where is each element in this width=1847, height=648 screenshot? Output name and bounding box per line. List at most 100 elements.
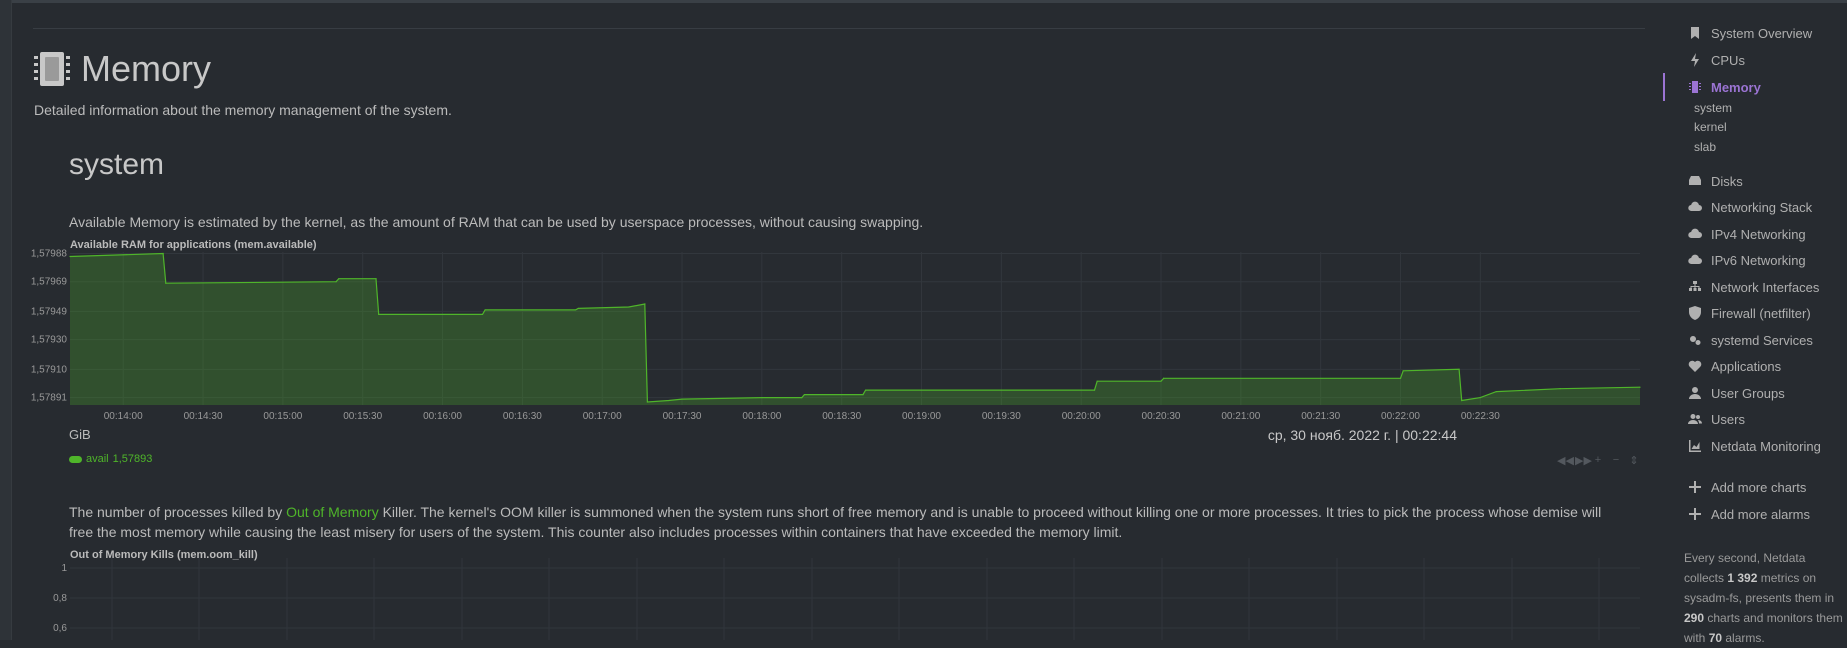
pan-left-icon[interactable]: ◀◀	[1557, 454, 1574, 467]
x-tick-label: 00:18:30	[822, 411, 861, 422]
avail-point	[375, 278, 377, 280]
y-tick-label: 1	[61, 563, 67, 574]
sidebar-item-label: Network Interfaces	[1711, 279, 1820, 295]
sidebar-item-disks[interactable]: Disks	[1688, 172, 1743, 190]
y-tick-label: 1,57969	[31, 277, 68, 288]
zoom-out-icon[interactable]: −	[1611, 454, 1621, 467]
avail-point	[761, 396, 763, 399]
sidebar-subitem-slab[interactable]: slab	[1694, 140, 1716, 154]
sidebar-item-netdata-monitoring[interactable]: Netdata Monitoring	[1688, 437, 1821, 455]
oom-link[interactable]: Out of Memory	[286, 504, 379, 520]
sidebar-item-system-overview[interactable]: System Overview	[1688, 24, 1812, 42]
avail-area	[70, 253, 1640, 405]
sidebar-item-cpus[interactable]: CPUs	[1688, 51, 1745, 69]
x-tick-label: 00:14:00	[104, 411, 143, 422]
sidebar-subitem-kernel[interactable]: kernel	[1694, 120, 1727, 134]
resize-icon[interactable]: ⇕	[1629, 454, 1639, 467]
section-title: system	[69, 148, 165, 181]
avail-point	[1399, 377, 1402, 379]
sidebar-item-ipv4-networking[interactable]: IPv4 Networking	[1688, 225, 1806, 243]
shield-icon	[1688, 306, 1702, 320]
sidebar-item-user-groups[interactable]: User Groups	[1688, 384, 1785, 402]
sidebar-item-memory[interactable]: Memory	[1688, 78, 1761, 96]
avail-point	[801, 396, 803, 399]
sidebar-subitem-system[interactable]: system	[1694, 101, 1732, 115]
pan-right-icon[interactable]: ▶▶	[1575, 454, 1592, 467]
avail-point	[1160, 380, 1162, 382]
footer-text-4: alarms.	[1722, 631, 1765, 645]
plus-icon	[1688, 507, 1702, 521]
avail-point	[668, 399, 670, 402]
oom-kill-chart[interactable]: 1 0,8 0,6	[0, 558, 1650, 640]
chart-controls: ◀◀ ▶▶ + − ⇕	[1557, 454, 1639, 467]
sidebar-item-label: Users	[1711, 411, 1745, 427]
sidebar-item-label: Firewall (netfilter)	[1711, 305, 1811, 321]
cogs-icon	[1688, 333, 1702, 347]
footer-note: Every second, Netdata collects 1 392 met…	[1684, 548, 1844, 648]
chart1-unit: GiB	[69, 427, 91, 442]
sidebar-item-label: systemd Services	[1711, 332, 1813, 348]
sidebar-item-systemd-services[interactable]: systemd Services	[1688, 331, 1813, 349]
available-ram-chart[interactable]: 1,57988 1,57969 1,57949 1,57930 1,57910 1,578…	[0, 248, 1650, 426]
footer-alarms-count: 70	[1708, 631, 1723, 645]
active-indicator	[1663, 73, 1665, 101]
avail-point	[1458, 368, 1460, 370]
avail-point	[335, 281, 337, 283]
chart1-legend[interactable]: avail 1,57893	[69, 453, 152, 465]
avail-point	[1559, 388, 1561, 390]
sidebar: System Overview CPUs Memory Disks Networking…	[1660, 0, 1847, 645]
sidebar-item-ipv6-networking[interactable]: IPv6 Networking	[1688, 251, 1806, 269]
avail-point	[862, 394, 864, 396]
legend-label: avail	[86, 453, 109, 465]
page-title-text: Memory	[81, 48, 212, 89]
user-icon	[1688, 386, 1702, 400]
bolt-icon	[1688, 53, 1702, 67]
y-tick-label: 1,57988	[31, 248, 68, 259]
sidebar-item-label: Networking Stack	[1711, 199, 1813, 215]
sidebar-item-networking-stack[interactable]: Networking Stack	[1688, 198, 1812, 216]
footer-metrics-count: 1 392	[1727, 571, 1758, 585]
sidebar-item-firewall-netfilter[interactable]: Firewall (netfilter)	[1688, 304, 1811, 322]
y-tick-label: 1,57949	[31, 306, 68, 317]
hdd-icon	[1688, 174, 1702, 188]
x-tick-label: 00:17:00	[583, 411, 622, 422]
cloud-icon	[1688, 253, 1702, 267]
legend-swatch	[69, 455, 82, 463]
chart1-description: Available Memory is estimated by the ker…	[69, 214, 924, 230]
sidebar-item-users[interactable]: Users	[1688, 410, 1745, 428]
avail-point	[338, 278, 340, 280]
sidebar-item-applications[interactable]: Applications	[1688, 357, 1781, 375]
plus-icon	[1688, 480, 1702, 494]
chart2-description: The number of processes killed by Out of…	[69, 502, 1629, 542]
avail-point	[865, 389, 867, 391]
x-tick-label: 00:19:30	[982, 411, 1021, 422]
avail-point	[1096, 380, 1098, 382]
y-tick-label: 1,57891	[31, 393, 68, 404]
add-alarms-link[interactable]: Add more alarms	[1688, 505, 1810, 523]
x-tick-label: 00:22:00	[1381, 411, 1420, 422]
cloud-icon	[1688, 227, 1702, 241]
avail-point	[1402, 370, 1404, 372]
x-tick-label: 00:16:30	[503, 411, 542, 422]
avail-point	[484, 309, 486, 311]
avail-point	[1495, 391, 1497, 393]
avail-point	[1479, 396, 1481, 399]
sidebar-item-label: CPUs	[1711, 52, 1745, 68]
x-tick-label: 00:19:00	[902, 411, 941, 422]
x-tick-label: 00:18:00	[742, 411, 781, 422]
avail-point	[681, 398, 683, 400]
y-tick-label: 0,6	[53, 623, 67, 634]
zoom-in-icon[interactable]: +	[1593, 454, 1603, 467]
footer-charts-count: 290	[1684, 611, 1705, 625]
avail-point	[803, 394, 806, 396]
add-charts-link[interactable]: Add more charts	[1688, 478, 1806, 496]
x-tick-label: 00:21:00	[1221, 411, 1260, 422]
x-tick-label: 00:16:00	[423, 411, 462, 422]
avail-point	[481, 313, 484, 315]
sidebar-item-network-interfaces[interactable]: Network Interfaces	[1688, 278, 1819, 296]
sidebar-item-label: IPv4 Networking	[1711, 226, 1806, 242]
x-tick-label: 00:14:30	[184, 411, 223, 422]
chart1-date: ср, 30 нояб. 2022 г. | 00:22:44	[1267, 427, 1457, 443]
sidebar-item-label: IPv6 Networking	[1711, 252, 1806, 268]
avail-point	[628, 306, 630, 308]
